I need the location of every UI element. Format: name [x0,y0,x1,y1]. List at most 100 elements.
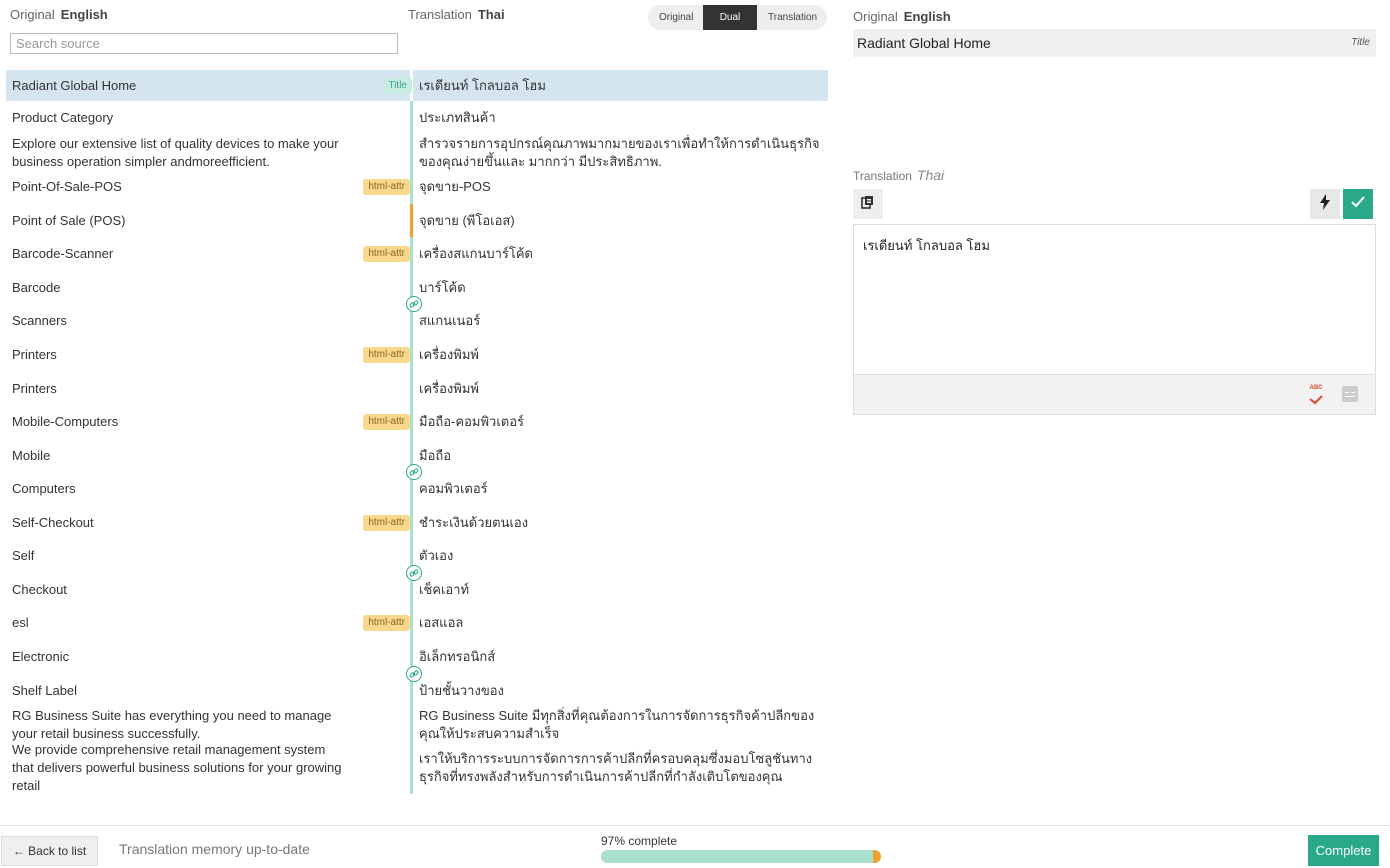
segment-row[interactable]: esl html-attr เอสแอล [6,606,828,640]
translation-text[interactable]: เรเดียนท์ โกลบอล โฮม [854,225,1375,266]
segment-row[interactable]: Product Category ประเภทสินค้า [6,101,828,135]
segment-target-text: จุดขาย (พีโอเอส) [419,212,515,228]
segment-source: Mobile-Computers html-attr [6,405,410,439]
segment-target-text: บาร์โค้ด [419,279,466,295]
lightning-icon [1319,193,1331,215]
segment-source: Radiant Global Home Title [6,70,412,101]
segment-source-text: We provide comprehensive retail manageme… [12,742,342,793]
segment-row[interactable]: Printers html-attr เครื่องพิมพ์ [6,338,828,372]
link-icon[interactable] [406,565,422,581]
segment-source-text: Point-Of-Sale-POS [12,179,122,194]
search-input[interactable] [10,33,398,54]
html-attr-tag: html-attr [363,347,410,363]
segment-source-text: Barcode [12,279,61,295]
segment-row[interactable]: RG Business Suite has everything you nee… [6,707,828,742]
segment-source-text: Printers [12,347,57,362]
segment-source-text: Product Category [12,110,114,125]
original-header: Original English [10,7,108,22]
back-to-list-button[interactable]: ← Back to list [1,836,98,866]
segment-source: We provide comprehensive retail manageme… [6,742,410,794]
segment-source: Electronic [6,640,410,674]
segment-source-text: Point of Sale (POS) [12,212,126,228]
segment-row[interactable]: Barcode-Scanner html-attr เครื่องสแกนบาร์โ… [6,237,828,271]
segment-source: Scanners [6,304,410,338]
segment-row[interactable]: Mobile-Computers html-attr มือถือ-คอมพิวเต… [6,405,828,439]
source-text: Radiant Global Home [857,35,991,51]
segment-source: Barcode-Scanner html-attr [6,237,410,271]
segment-target-text: มือถือ-คอมพิวเตอร์ [419,414,525,429]
segment-source-text: Printers [12,380,57,396]
segment-row[interactable]: Printers เครื่องพิมพ์ [6,372,828,405]
segment-source: RG Business Suite has everything you nee… [6,707,410,742]
link-icon[interactable] [406,296,422,312]
html-attr-tag: html-attr [363,414,410,430]
segment-list: Radiant Global Home Title เรเดียนท์ โกลบอล… [6,70,828,825]
segment-source: Printers html-attr [6,338,410,372]
source-text-box: Radiant Global Home Title [853,29,1376,57]
view-mode-dual[interactable]: Dual [703,5,757,30]
segment-source-text: Mobile-Computers [12,414,119,429]
segment-source: Computers [6,472,410,506]
segment-source: Checkout [6,573,410,606]
translation-editor[interactable]: เรเดียนท์ โกลบอล โฮม ABC [853,224,1376,415]
segment-source-text: esl [12,615,29,630]
segments-panel: OriginalEnglish TranslationThai Original… [0,0,835,825]
complete-button[interactable]: Complete [1308,835,1379,866]
segment-row[interactable]: Point-Of-Sale-POS html-attr จุดขาย-POS [6,170,828,204]
segment-target-text: อิเล็กทรอนิกส์ [419,649,496,664]
segment-target-text: เช็คเอาท์ [419,581,470,597]
segment-target-text: จุดขาย-POS [419,179,491,194]
view-mode-translation[interactable]: Translation [757,5,827,30]
segment-source-text: Self [12,548,35,563]
copy-icon [861,195,875,214]
spellcheck-button[interactable]: ABC [1307,385,1325,405]
segment-source-text: Self-Checkout [12,514,94,530]
segment-source-text: Checkout [12,581,67,597]
segment-source: Self-Checkout html-attr [6,506,410,539]
segment-source: Barcode [6,271,410,304]
glossary-icon[interactable] [1342,386,1358,402]
segment-source-text: RG Business Suite has everything you nee… [12,707,332,741]
spellcheck-icon [1309,395,1323,405]
segment-source-text: Scanners [12,313,67,328]
segment-source-text: Mobile [12,447,51,463]
html-attr-tag: html-attr [363,246,410,262]
segment-source: Explore our extensive list of quality de… [6,135,410,170]
segment-target-text: เครื่องสแกนบาร์โค้ด [419,246,534,261]
segment-target-text: RG Business Suite มีทุกสิ่งที่คุณต้องการ… [419,707,815,741]
html-attr-tag: html-attr [363,514,410,531]
view-mode-toggle: Original Dual Translation [648,5,827,30]
html-attr-tag: html-attr [363,179,410,195]
segment-row[interactable]: Radiant Global Home Title เรเดียนท์ โกลบอล… [6,70,828,101]
segment-row[interactable]: Self-Checkout html-attr ชำระเงินด้วยตนเอง [6,506,828,539]
segment-source: Self [6,539,410,573]
spellcheck-label: ABC [1309,385,1323,391]
progress-bar-fill [601,850,873,863]
confirm-button[interactable] [1343,189,1373,219]
segment-row[interactable]: Explore our extensive list of quality de… [6,135,828,170]
segment-target-text: เครื่องพิมพ์ [419,347,479,362]
link-icon[interactable] [406,464,422,480]
segment-target-text: คอมพิวเตอร์ [419,481,488,496]
segment-source: Mobile [6,439,410,472]
editor-toolbar: ABC [854,374,1375,414]
segment-target-text: สแกนเนอร์ [419,313,481,328]
machine-translate-button[interactable] [1310,189,1340,219]
segment-row[interactable]: Point of Sale (POS) จุดขาย (พีโอเอส) [6,204,828,237]
link-icon[interactable] [406,666,422,682]
segment-source: Shelf Label [6,674,410,707]
segment-target-text: เรเดียนท์ โกลบอล โฮม [419,77,546,93]
segment-source-text: Computers [12,481,76,496]
segment-target-text: เครื่องพิมพ์ [419,380,479,396]
segment-target-text: เราให้บริการระบบการจัดการการค้าปลีกที่คร… [419,751,813,784]
view-mode-original[interactable]: Original [648,5,703,30]
segment-target-text: มือถือ [419,447,452,463]
segment-target-text: สำรวจรายการอุปกรณ์คุณภาพมากมายของเราเพื่… [419,135,820,169]
segment-source-text: Shelf Label [12,682,78,698]
footer-bar: ← Back to list Translation memory up-to-… [0,825,1390,868]
copy-source-button[interactable] [853,189,883,219]
segment-source: Point of Sale (POS) [6,204,410,237]
segment-target-text: ประเภทสินค้า [419,110,496,125]
progress-text: 97% complete [601,834,678,848]
segment-row[interactable]: We provide comprehensive retail manageme… [6,742,828,794]
